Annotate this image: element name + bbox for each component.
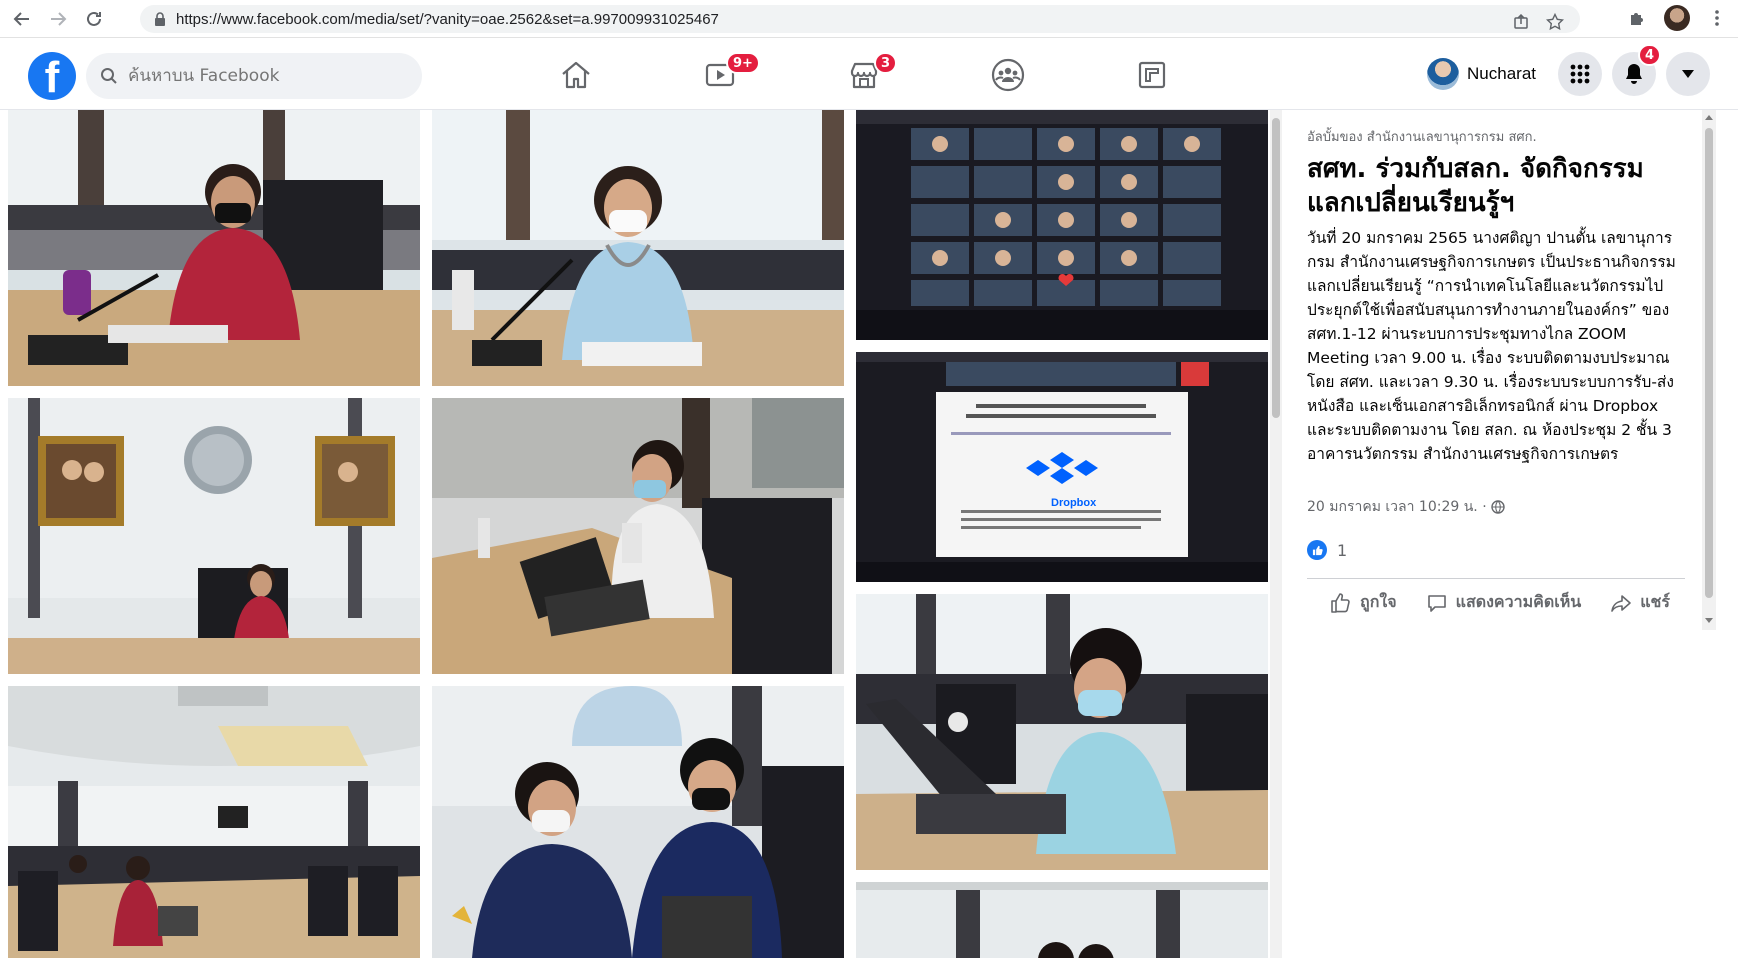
panel-scrollbar[interactable]	[1702, 110, 1716, 630]
photo-9[interactable]	[856, 594, 1268, 870]
photo-8[interactable]	[432, 686, 844, 958]
post-title: สศท. ร่วมกับสลก. จัดกิจกรรมแลกเปลี่ยนเรี…	[1307, 154, 1644, 218]
groups-icon	[991, 58, 1025, 92]
facebook-logo-icon[interactable]: f	[28, 52, 76, 100]
reload-icon[interactable]	[80, 5, 108, 33]
reaction-summary[interactable]: 1	[1307, 540, 1347, 560]
photo-1[interactable]	[8, 110, 420, 386]
search-box[interactable]	[86, 53, 422, 99]
address-bar[interactable]: https://www.facebook.com/media/set/?vani…	[140, 5, 1580, 33]
nav-groups[interactable]	[968, 50, 1048, 100]
post-detail-panel: อัลบั้มของ สำนักงานเลขานุการกรม สศก. สศท…	[1282, 110, 1738, 958]
scroll-down-arrow-icon[interactable]	[1705, 618, 1713, 623]
dropbox-label: Dropbox	[1051, 497, 1097, 509]
thumbs-up-icon	[1331, 592, 1350, 613]
divider	[1307, 578, 1685, 579]
profile-button[interactable]: Nucharat	[1423, 54, 1548, 94]
lock-icon	[155, 12, 165, 26]
grid-scrollbar[interactable]	[1270, 110, 1282, 958]
globe-icon	[1490, 500, 1505, 514]
watch-badge: 9+	[726, 52, 760, 74]
photo-2[interactable]	[432, 110, 844, 386]
search-input[interactable]	[128, 66, 398, 86]
post-timestamp[interactable]: 20 มกราคม เวลา 10:29 น. ·	[1307, 496, 1487, 518]
share-arrow-icon	[1611, 594, 1632, 612]
photo-3[interactable]	[856, 110, 1268, 340]
grid-scrollbar-thumb[interactable]	[1272, 118, 1280, 418]
post-body: วันที่ 20 มกราคม 2565 นางศติญา ปานตั้น เ…	[1307, 229, 1676, 463]
comment-bubble-icon	[1427, 594, 1446, 612]
share-button[interactable]: แชร์	[1610, 590, 1670, 615]
browser-profile-avatar[interactable]	[1664, 5, 1690, 31]
nav-marketplace[interactable]: 3	[824, 50, 904, 100]
photo-6[interactable]: Dropbox	[856, 352, 1268, 582]
photo-5[interactable]	[432, 398, 844, 674]
share-page-icon[interactable]	[1508, 9, 1534, 35]
url-text: https://www.facebook.com/media/set/?vani…	[176, 10, 719, 28]
bell-icon	[1626, 64, 1642, 84]
photo-grid: Dropbox	[0, 110, 1280, 958]
like-button[interactable]: ถูกใจ	[1330, 590, 1397, 615]
reaction-count: 1	[1337, 540, 1348, 560]
post-actions: ถูกใจ แสดงความคิดเห็น แชร์	[1330, 590, 1670, 615]
photo-10[interactable]	[856, 882, 1268, 958]
browser-toolbar: https://www.facebook.com/media/set/?vani…	[0, 0, 1738, 38]
post-meta: 20 มกราคม เวลา 10:29 น. ·	[1307, 496, 1505, 518]
browser-menu-icon[interactable]	[1704, 5, 1730, 31]
comment-button[interactable]: แสดงความคิดเห็น	[1426, 590, 1582, 615]
profile-name: Nucharat	[1467, 64, 1536, 83]
search-icon	[101, 68, 117, 84]
scroll-up-arrow-icon[interactable]	[1705, 115, 1713, 120]
photo-4[interactable]	[8, 398, 420, 674]
back-arrow-icon[interactable]	[8, 5, 36, 33]
gaming-icon	[1138, 61, 1166, 89]
nav-home[interactable]	[536, 50, 616, 100]
extensions-puzzle-icon[interactable]	[1624, 5, 1650, 31]
nav-watch[interactable]: 9+	[680, 50, 760, 100]
forward-arrow-icon[interactable]	[44, 5, 72, 33]
facebook-header: f 9+ 3 Nucharat 4	[0, 38, 1738, 110]
panel-scrollbar-thumb[interactable]	[1705, 128, 1713, 598]
menu-grid-icon	[1570, 64, 1590, 84]
nav-gaming[interactable]	[1112, 50, 1192, 100]
menu-button[interactable]	[1558, 52, 1602, 96]
home-icon	[562, 61, 590, 89]
notification-badge: 4	[1638, 44, 1662, 66]
caret-down-icon	[1682, 70, 1694, 78]
marketplace-badge: 3	[874, 52, 898, 74]
like-label: ถูกใจ	[1360, 592, 1397, 611]
album-owner[interactable]: อัลบั้มของ สำนักงานเลขานุการกรม สศก.	[1307, 126, 1537, 147]
share-label: แชร์	[1640, 592, 1670, 611]
bookmark-star-icon[interactable]	[1542, 9, 1568, 35]
photo-7[interactable]	[8, 686, 420, 958]
comment-label: แสดงความคิดเห็น	[1455, 592, 1582, 611]
account-dropdown-button[interactable]	[1666, 52, 1710, 96]
like-reaction-icon	[1307, 540, 1327, 560]
profile-avatar	[1427, 58, 1460, 90]
notifications-button[interactable]: 4	[1612, 44, 1662, 96]
